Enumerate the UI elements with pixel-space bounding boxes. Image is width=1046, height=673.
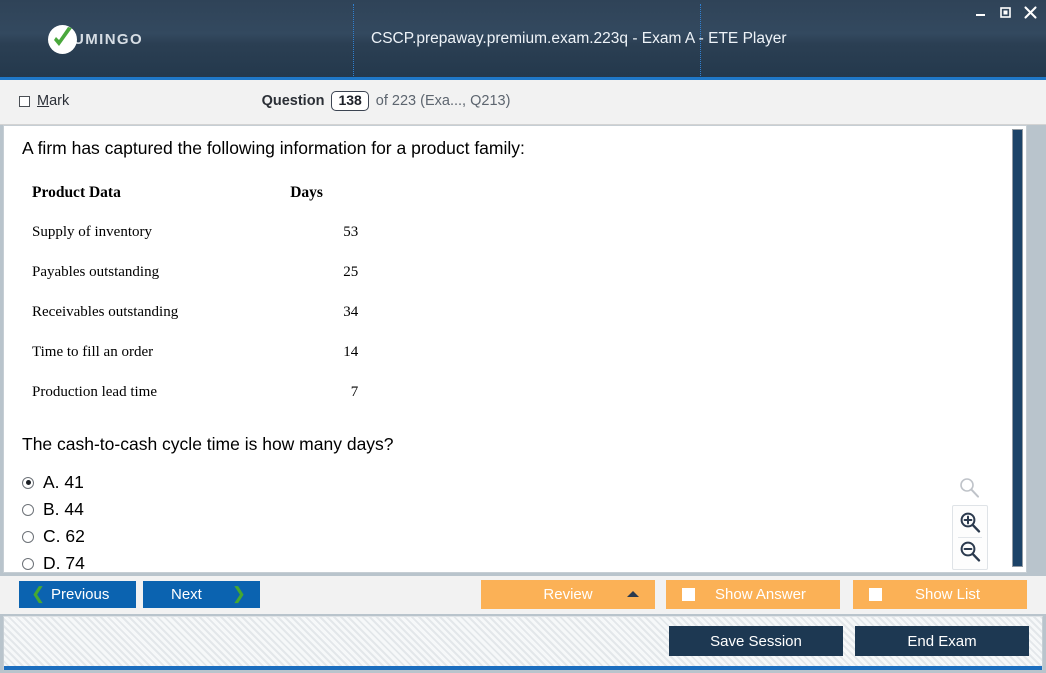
table-row: Payables outstanding 25 (32, 264, 386, 304)
save-session-button[interactable]: Save Session (669, 626, 843, 656)
question-word: Question (261, 93, 325, 109)
logo-text: UMINGO (73, 31, 144, 48)
question-counter: Question 138 of 223 (Exa..., Q213) (0, 91, 909, 111)
product-data-table: Product Data Days Supply of inventory 53… (32, 184, 386, 424)
magnifier-icon (958, 477, 980, 504)
answer-option-c[interactable]: C. 62 (22, 523, 85, 550)
table-cell-label: Receivables outstanding (32, 304, 179, 320)
previous-button[interactable]: ❮ Previous (19, 581, 136, 608)
magnifier-minus-icon[interactable] (953, 538, 987, 566)
radio-button-b[interactable] (22, 503, 34, 516)
show-answer-button-label: Show Answer (715, 586, 806, 603)
vertical-scrollbar[interactable] (1010, 127, 1025, 572)
ete-player-window: UMINGO CSCP.prepaway.premium.exam.223q -… (0, 0, 1046, 673)
radio-button-c[interactable] (22, 530, 34, 543)
review-button-label: Review (543, 586, 593, 603)
footer-bar: Save Session End Exam (3, 616, 1043, 670)
table-cell-label: Supply of inventory (32, 224, 152, 240)
table-row: Supply of inventory 53 (32, 224, 386, 264)
table-row: Receivables outstanding 34 (32, 304, 386, 344)
question-bar: Mark Question 138 of 223 (Exa..., Q213) (0, 80, 1046, 125)
chevron-left-icon: ❮ (31, 584, 46, 603)
window-controls (972, 4, 1038, 20)
titlebar-divider-left (353, 4, 354, 78)
app-logo: UMINGO (48, 25, 143, 54)
answer-option-a-label: A. 41 (43, 472, 84, 492)
question-total-text: of 223 (Exa..., Q213) (375, 93, 511, 109)
review-button[interactable]: Review (481, 580, 655, 609)
previous-button-label: Previous (51, 586, 110, 603)
zoom-controls-panel (952, 505, 988, 570)
show-answer-button[interactable]: Show Answer (666, 580, 840, 609)
next-button[interactable]: Next ❯ (143, 581, 260, 608)
title-bar: UMINGO CSCP.prepaway.premium.exam.223q -… (0, 0, 1046, 80)
chevron-right-icon: ❯ (231, 584, 246, 603)
scrollbar-thumb[interactable] (1012, 129, 1023, 567)
table-header-product-data: Product Data (32, 184, 121, 201)
question-intro-text: A firm has captured the following inform… (22, 138, 525, 158)
check-circle-icon (48, 25, 77, 54)
table-cell-label: Production lead time (32, 384, 157, 400)
table-cell-days: 34 (343, 304, 359, 320)
table-row: Time to fill an order 14 (32, 344, 386, 384)
minimize-icon[interactable] (972, 4, 988, 20)
answer-option-d[interactable]: D. 74 (22, 550, 85, 573)
end-exam-button[interactable]: End Exam (855, 626, 1029, 656)
answer-options-list: A. 41 B. 44 C. 62 D. 74 (22, 469, 85, 573)
table-cell-days: 7 (350, 384, 359, 400)
table-cell-days: 14 (343, 344, 359, 360)
question-number-input[interactable]: 138 (331, 91, 369, 111)
answer-option-d-label: D. 74 (43, 553, 85, 573)
table-header-days: Days (290, 184, 323, 201)
show-answer-checkbox[interactable] (682, 588, 695, 601)
show-list-checkbox[interactable] (869, 588, 882, 601)
show-list-button-label: Show List (914, 586, 981, 603)
answer-option-c-label: C. 62 (43, 526, 85, 546)
action-bar: ❮ Previous Next ❯ Review Show Answer Sho… (0, 576, 1046, 614)
table-cell-days: 53 (343, 224, 359, 240)
next-button-label: Next (171, 586, 202, 603)
radio-button-a[interactable] (22, 476, 34, 489)
caret-up-icon (627, 591, 639, 597)
table-cell-label: Payables outstanding (32, 264, 160, 280)
window-title: CSCP.prepaway.premium.exam.223q - Exam A… (371, 30, 787, 47)
answer-option-a[interactable]: A. 41 (22, 469, 85, 496)
magnifier-plus-icon[interactable] (953, 509, 987, 537)
question-prompt-text: The cash-to-cash cycle time is how many … (22, 434, 394, 454)
answer-option-b-label: B. 44 (43, 499, 84, 519)
close-icon[interactable] (1022, 4, 1038, 20)
answer-option-b[interactable]: B. 44 (22, 496, 85, 523)
radio-button-d[interactable] (22, 557, 34, 570)
table-cell-label: Time to fill an order (32, 344, 154, 360)
show-list-button[interactable]: Show List (853, 580, 1027, 609)
question-content-area: A firm has captured the following inform… (3, 125, 1027, 573)
maximize-icon[interactable] (997, 4, 1013, 20)
table-cell-days: 25 (343, 264, 359, 280)
table-header-row: Product Data Days (32, 184, 386, 224)
table-row: Production lead time 7 (32, 384, 386, 424)
